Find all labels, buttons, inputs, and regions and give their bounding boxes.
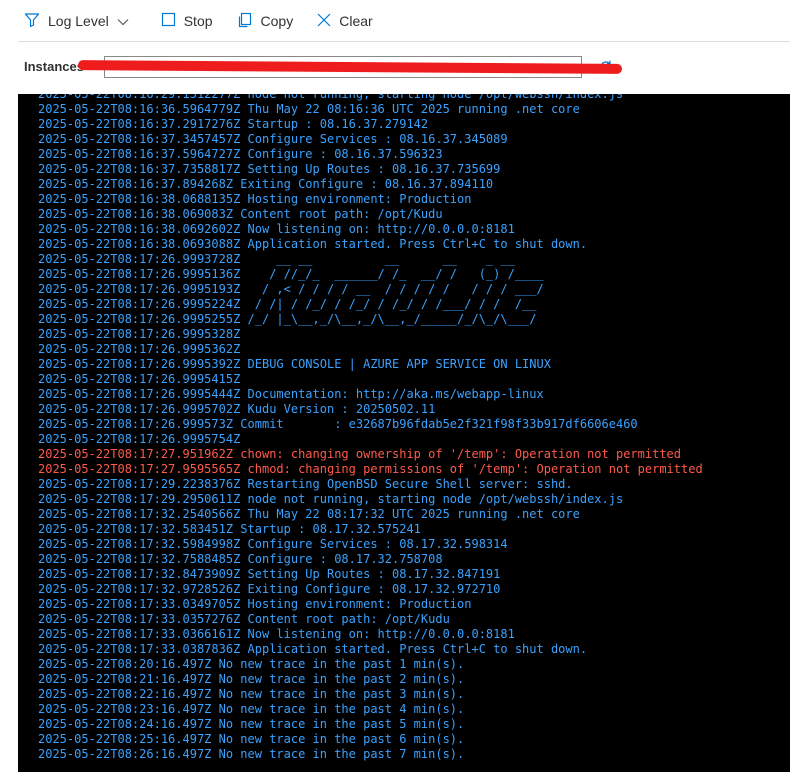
log-line: 2025-05-22T08:26:16.497Z No new trace in… <box>38 747 465 761</box>
log-line: 2025-05-22T08:17:33.0366161Z Now listeni… <box>38 627 515 641</box>
log-line: 2025-05-22T08:17:32.9728526Z Exiting Con… <box>38 582 501 596</box>
log-line: 2025-05-22T08:16:37.5964727Z Configure :… <box>38 147 443 161</box>
log-line: 2025-05-22T08:17:32.5984998Z Configure S… <box>38 537 508 551</box>
log-line-error: 2025-05-22T08:17:27.9595565Z chmod: chan… <box>38 462 703 476</box>
log-line: 2025-05-22T08:20:16.497Z No new trace in… <box>38 657 465 671</box>
log-line: 2025-05-22T08:25:16.497Z No new trace in… <box>38 732 465 746</box>
chevron-down-icon <box>117 13 137 29</box>
log-line: 2025-05-22T08:17:29.2950611Z node not ru… <box>38 492 624 506</box>
toolbar-divider <box>18 41 790 42</box>
log-level-label: Log Level <box>48 13 109 29</box>
log-line: 2025-05-22T08:16:38.0688135Z Hosting env… <box>38 192 472 206</box>
log-line: 2025-05-22T08:16:36.5964779Z Thu May 22 … <box>38 102 580 116</box>
log-line: 2025-05-22T08:17:26.9995415Z <box>38 372 241 386</box>
log-line: 2025-05-22T08:17:26.9995224Z / /| / /_/ … <box>38 297 544 311</box>
log-line: 2025-05-22T08:17:29.2238376Z Restarting … <box>38 477 573 491</box>
log-line: 2025-05-22T08:17:33.0387836Z Application… <box>38 642 588 656</box>
log-line: 2025-05-22T08:17:26.9993728Z __ __ __ __… <box>38 252 515 266</box>
clear-button[interactable]: Clear <box>317 13 373 30</box>
log-line: 2025-05-22T08:17:32.8473909Z Setting Up … <box>38 567 501 581</box>
instances-label: Instances <box>24 59 84 74</box>
log-line: 2025-05-22T08:17:32.7588485Z Configure :… <box>38 552 443 566</box>
log-line-error: 2025-05-22T08:17:27.951962Z chown: chang… <box>38 447 681 461</box>
log-line: 2025-05-22T08:24:16.497Z No new trace in… <box>38 717 465 731</box>
log-line: 2025-05-22T08:16:37.894268Z Exiting Conf… <box>38 177 494 191</box>
copy-button[interactable]: Copy <box>237 12 294 31</box>
copy-label: Copy <box>260 13 294 29</box>
toolbar: Log Level Stop Copy Clear <box>0 0 790 42</box>
log-line: 2025-05-22T08:17:32.2540566Z Thu May 22 … <box>38 507 580 521</box>
log-console[interactable]: 2025-05-22T08:16:29.1512277Z node not ru… <box>18 94 790 772</box>
log-line: 2025-05-22T08:17:33.0357276Z Content roo… <box>38 612 450 626</box>
log-line: 2025-05-22T08:16:38.069083Z Content root… <box>38 207 443 221</box>
log-line: 2025-05-22T08:17:26.999573Z Commit : e32… <box>38 417 638 431</box>
log-lines: 2025-05-22T08:16:29.1512277Z node not ru… <box>38 94 703 762</box>
stop-button[interactable]: Stop <box>161 12 213 30</box>
log-line: 2025-05-22T08:22:16.497Z No new trace in… <box>38 687 465 701</box>
copy-icon <box>237 12 261 31</box>
log-line: 2025-05-22T08:17:33.0349705Z Hosting env… <box>38 597 472 611</box>
log-line: 2025-05-22T08:17:26.9995255Z /_/ |_\__,_… <box>38 312 537 326</box>
log-line: 2025-05-22T08:16:38.0693088Z Application… <box>38 237 588 251</box>
log-line: 2025-05-22T08:16:37.7358817Z Setting Up … <box>38 162 501 176</box>
log-line: 2025-05-22T08:17:26.9995362Z <box>38 342 241 356</box>
filter-icon <box>24 12 48 31</box>
log-line: 2025-05-22T08:16:37.3457457Z Configure S… <box>38 132 508 146</box>
log-line: 2025-05-22T08:17:26.9995392Z DEBUG CONSO… <box>38 357 551 371</box>
log-line: 2025-05-22T08:17:26.9995702Z Kudu Versio… <box>38 402 436 416</box>
log-line: 2025-05-22T08:16:38.0692602Z Now listeni… <box>38 222 515 236</box>
log-line: 2025-05-22T08:23:16.497Z No new trace in… <box>38 702 465 716</box>
log-line: 2025-05-22T08:17:26.9995193Z / ,< / / / … <box>38 282 544 296</box>
stop-label: Stop <box>183 13 213 29</box>
log-line: 2025-05-22T08:17:32.583451Z Startup : 08… <box>38 522 421 536</box>
log-line: 2025-05-22T08:21:16.497Z No new trace in… <box>38 672 465 686</box>
stop-icon <box>161 12 184 30</box>
log-line: 2025-05-22T08:17:26.9995754Z <box>38 432 241 446</box>
log-line: 2025-05-22T08:17:26.9995136Z / //_/_ ___… <box>38 267 544 281</box>
log-line: 2025-05-22T08:17:26.9995444Z Documentati… <box>38 387 544 401</box>
log-line: 2025-05-22T08:16:37.2917276Z Startup : 0… <box>38 117 429 131</box>
log-line: 2025-05-22T08:16:29.1512277Z node not ru… <box>38 94 624 101</box>
log-level-dropdown[interactable]: Log Level <box>24 12 137 31</box>
clear-label: Clear <box>339 13 373 29</box>
log-line: 2025-05-22T08:17:26.9995328Z <box>38 327 241 341</box>
close-icon <box>317 13 339 30</box>
